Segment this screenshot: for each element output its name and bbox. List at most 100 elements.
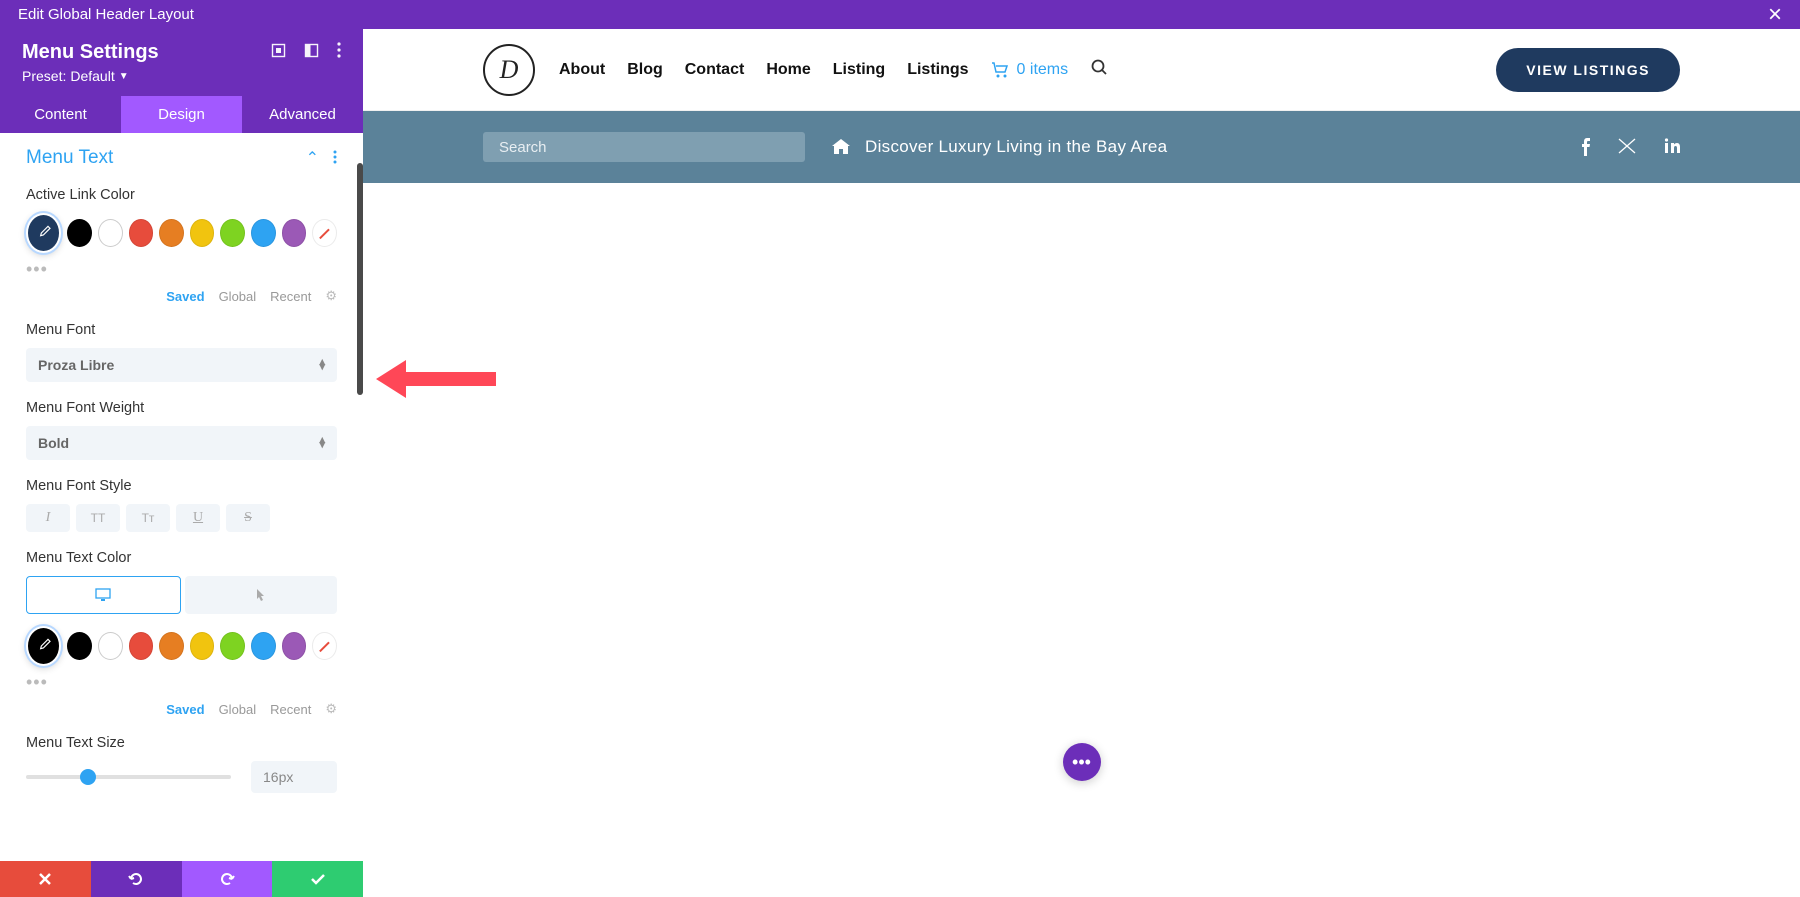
text-size-slider-row: 16px <box>26 761 337 793</box>
section-header: Menu Text ⌃ <box>26 147 337 169</box>
slider-thumb[interactable] <box>80 769 96 785</box>
action-footer <box>0 861 363 897</box>
strike-button[interactable]: S <box>226 504 270 532</box>
palette-gear-icon[interactable]: ⚙ <box>325 701 337 717</box>
swatch-black[interactable] <box>67 632 92 660</box>
uppercase-button[interactable]: TT <box>76 504 120 532</box>
main-layout: Menu Settings Preset: Default ▼ <box>0 29 1800 897</box>
swatch-blue[interactable] <box>251 632 276 660</box>
palette-saved[interactable]: Saved <box>166 289 204 304</box>
section-more-icon[interactable] <box>333 148 337 169</box>
annotation-arrow <box>376 356 496 402</box>
text-size-value[interactable]: 16px <box>251 761 337 793</box>
caret-down-icon: ▼ <box>119 71 129 82</box>
palette-recent[interactable]: Recent <box>270 289 311 304</box>
swatch-white[interactable] <box>98 632 123 660</box>
builder-fab[interactable]: ••• <box>1063 743 1101 781</box>
label-menu-font-weight: Menu Font Weight <box>26 400 337 416</box>
save-button[interactable] <box>272 861 363 897</box>
font-style-buttons: I TT Tᴛ U S <box>26 504 337 532</box>
collapse-icon[interactable] <box>271 43 286 63</box>
nav-about[interactable]: About <box>559 61 605 79</box>
select-arrows-icon: ▴▾ <box>319 438 325 448</box>
x-icon[interactable] <box>1618 138 1636 154</box>
swatch-picker[interactable] <box>26 626 61 666</box>
text-size-slider[interactable] <box>26 775 231 779</box>
swatch-none[interactable] <box>312 219 337 247</box>
palette-gear-icon[interactable]: ⚙ <box>325 288 337 304</box>
palette-saved[interactable]: Saved <box>166 702 204 717</box>
chevron-up-icon[interactable]: ⌃ <box>306 148 319 168</box>
palette-global[interactable]: Global <box>219 289 257 304</box>
swatch-white[interactable] <box>98 219 123 247</box>
swatch-black[interactable] <box>67 219 92 247</box>
swatch-picker[interactable] <box>26 213 61 253</box>
undo-button[interactable] <box>91 861 182 897</box>
hover-tab[interactable] <box>185 576 338 614</box>
label-active-link-color: Active Link Color <box>26 187 337 203</box>
label-menu-font: Menu Font <box>26 322 337 338</box>
nav-home[interactable]: Home <box>766 61 810 79</box>
italic-button[interactable]: I <box>26 504 70 532</box>
facebook-icon[interactable] <box>1580 138 1590 156</box>
nav-blog[interactable]: Blog <box>627 61 663 79</box>
swatch-yellow[interactable] <box>190 219 215 247</box>
close-icon[interactable]: × <box>1768 3 1782 27</box>
settings-title: Menu Settings <box>22 41 159 64</box>
preset-selector[interactable]: Preset: Default ▼ <box>22 68 341 84</box>
color-palette-tabs: Saved Global Recent ⚙ <box>26 288 337 304</box>
smallcaps-button[interactable]: Tᴛ <box>126 504 170 532</box>
swatch-more-icon[interactable]: ••• <box>26 672 337 693</box>
menu-font-weight-select[interactable]: Bold ▴▾ <box>26 426 337 460</box>
swatch-green[interactable] <box>220 632 245 660</box>
swatch-orange[interactable] <box>159 632 184 660</box>
label-menu-text-size: Menu Text Size <box>26 735 337 751</box>
swatches-text-color <box>26 626 337 666</box>
house-icon <box>831 138 851 156</box>
section-title: Menu Text <box>26 147 113 169</box>
swatch-more-icon[interactable]: ••• <box>26 259 337 280</box>
select-arrows-icon: ▴▾ <box>319 360 325 370</box>
color-palette-tabs-2: Saved Global Recent ⚙ <box>26 701 337 717</box>
view-listings-button[interactable]: VIEW LISTINGS <box>1496 48 1680 92</box>
swatch-red[interactable] <box>129 219 154 247</box>
text-color-tabs <box>26 576 337 614</box>
palette-global[interactable]: Global <box>219 702 257 717</box>
redo-button[interactable] <box>182 861 273 897</box>
tab-content[interactable]: Content <box>0 96 121 133</box>
nav-contact[interactable]: Contact <box>685 61 745 79</box>
underline-button[interactable]: U <box>176 504 220 532</box>
settings-tabs: Content Design Advanced <box>0 96 363 133</box>
cart-link[interactable]: 0 items <box>991 61 1069 79</box>
top-bar: Edit Global Header Layout × <box>0 0 1800 29</box>
site-logo[interactable]: D <box>483 44 535 96</box>
tagline: Discover Luxury Living in the Bay Area <box>831 137 1167 157</box>
tab-design[interactable]: Design <box>121 96 242 133</box>
cancel-button[interactable] <box>0 861 91 897</box>
desktop-tab[interactable] <box>26 576 181 614</box>
header-icons <box>271 42 341 63</box>
nav-listing[interactable]: Listing <box>833 61 885 79</box>
dock-icon[interactable] <box>304 43 319 63</box>
swatch-orange[interactable] <box>159 219 184 247</box>
swatch-blue[interactable] <box>251 219 276 247</box>
more-icon[interactable] <box>337 42 341 63</box>
palette-recent[interactable]: Recent <box>270 702 311 717</box>
tab-advanced[interactable]: Advanced <box>242 96 363 133</box>
settings-sidebar: Menu Settings Preset: Default ▼ <box>0 29 363 897</box>
swatch-purple[interactable] <box>282 219 307 247</box>
swatch-green[interactable] <box>220 219 245 247</box>
swatch-purple[interactable] <box>282 632 307 660</box>
linkedin-icon[interactable] <box>1664 138 1680 154</box>
search-icon[interactable] <box>1090 58 1108 81</box>
nav-listings[interactable]: Listings <box>907 61 968 79</box>
swatches-active-link <box>26 213 337 253</box>
swatch-red[interactable] <box>129 632 154 660</box>
search-input[interactable]: Search <box>483 132 805 162</box>
cart-icon <box>991 62 1009 78</box>
swatch-yellow[interactable] <box>190 632 215 660</box>
design-panel: Menu Text ⌃ Active Link Color <box>0 133 363 897</box>
swatch-none[interactable] <box>312 632 337 660</box>
label-menu-font-style: Menu Font Style <box>26 478 337 494</box>
menu-font-select[interactable]: Proza Libre ▴▾ <box>26 348 337 382</box>
